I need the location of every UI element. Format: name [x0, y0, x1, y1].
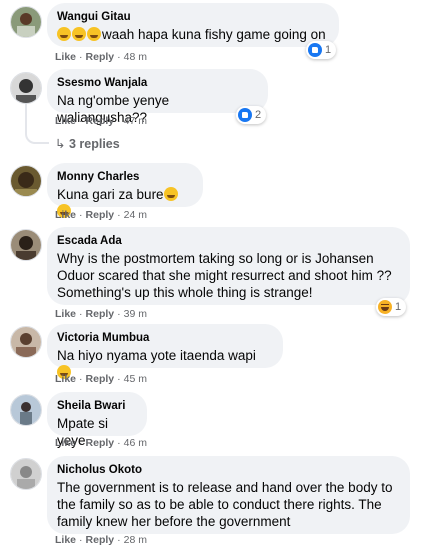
comment-text-body: Na hiyo nyama yote itaenda wapi [57, 348, 256, 363]
comment-author[interactable]: Escada Ada [57, 234, 399, 248]
thinking-face-icon [57, 27, 71, 41]
like-link[interactable]: Like [55, 115, 76, 127]
thinking-face-icon [72, 27, 86, 41]
separator: · [79, 209, 83, 221]
comment-text-line: Oduor scared that she might resurrect an… [57, 268, 392, 283]
comment-bubble: Nicholus Okoto The government is to rele… [47, 456, 410, 534]
comment-text-line: Why is the postmortem taking so long or … [57, 251, 374, 266]
avatar[interactable] [10, 72, 42, 104]
timestamp[interactable]: 24 m [124, 209, 147, 221]
avatar[interactable] [10, 6, 42, 38]
comment-bubble: Victoria Mumbua Na hiyo nyama yote itaen… [47, 324, 283, 379]
comment-author[interactable]: Monny Charles [57, 170, 192, 184]
comment-author[interactable]: Sheila Bwari [57, 399, 136, 413]
comment-bubble: Sheila Bwari Mpate si yeye [47, 392, 147, 448]
comment-actions: Like · Reply · 48 m [55, 51, 147, 63]
replies-count: 3 replies [68, 137, 120, 151]
reaction-count[interactable]: 2 [236, 106, 267, 124]
thread-connector [25, 104, 49, 144]
comment-bubble: Monny Charles Kuna gari za bure [47, 163, 203, 218]
comment-actions: Like · Reply · 47 m [55, 115, 147, 127]
reaction-count[interactable]: 1 [376, 298, 407, 316]
comment-bubble: Ssesmo Wanjala Na ng'ombe yenye waliangu… [47, 69, 268, 125]
separator: · [79, 534, 83, 546]
avatar[interactable] [10, 326, 42, 358]
rofl-face-icon [163, 187, 178, 201]
reaction-number: 2 [255, 109, 262, 121]
separator: · [117, 373, 121, 385]
separator: · [117, 308, 121, 320]
separator: · [117, 115, 121, 127]
reply-link[interactable]: Reply [86, 308, 115, 320]
comment-actions: Like · Reply · 39 m [55, 308, 147, 320]
separator: · [117, 209, 121, 221]
like-reaction-icon [308, 43, 322, 57]
comment-text-line: family knew her before the government [57, 514, 291, 529]
reply-link[interactable]: Reply [86, 437, 115, 449]
timestamp[interactable]: 47 m [124, 115, 147, 127]
separator: · [117, 437, 121, 449]
timestamp[interactable]: 28 m [124, 534, 147, 546]
reply-link[interactable]: Reply [86, 373, 115, 385]
separator: · [117, 51, 121, 63]
like-link[interactable]: Like [55, 437, 76, 449]
separator: · [79, 437, 83, 449]
comment-actions: Like · Reply · 46 m [55, 437, 147, 449]
comment-text: waah hapa kuna fishy game going on [57, 26, 328, 43]
thinking-face-icon [87, 27, 101, 41]
separator: · [79, 373, 83, 385]
view-replies-link[interactable]: ↳ 3 replies [55, 136, 120, 151]
comment-author[interactable]: Ssesmo Wanjala [57, 76, 257, 90]
reply-link[interactable]: Reply [86, 209, 115, 221]
comment-actions: Like · Reply · 24 m [55, 209, 147, 221]
reply-link[interactable]: Reply [86, 51, 115, 63]
like-link[interactable]: Like [55, 373, 76, 385]
comment-actions: Like · Reply · 45 m [55, 373, 147, 385]
like-link[interactable]: Like [55, 209, 76, 221]
reaction-number: 1 [395, 301, 402, 313]
reply-link[interactable]: Reply [86, 115, 115, 127]
comment-author[interactable]: Wangui Gitau [57, 10, 328, 24]
avatar[interactable] [10, 394, 42, 426]
comment-author[interactable]: Nicholus Okoto [57, 463, 399, 477]
comment-text-body: Kuna gari za bure [57, 187, 164, 202]
like-link[interactable]: Like [55, 51, 76, 63]
comment-text-body: waah hapa kuna fishy game going on [102, 27, 326, 42]
like-link[interactable]: Like [55, 534, 76, 546]
reaction-number: 1 [325, 44, 332, 56]
reply-arrow-icon: ↳ [55, 137, 66, 151]
reply-link[interactable]: Reply [86, 534, 115, 546]
comment-bubble: Wangui Gitau waah hapa kuna fishy game g… [47, 3, 339, 47]
comment-author[interactable]: Victoria Mumbua [57, 331, 272, 345]
separator: · [79, 308, 83, 320]
haha-reaction-icon [378, 300, 392, 314]
separator: · [117, 534, 121, 546]
comment-text-line: The government is to release and hand ov… [57, 480, 393, 495]
avatar[interactable] [10, 165, 42, 197]
timestamp[interactable]: 48 m [124, 51, 147, 63]
avatar[interactable] [10, 458, 42, 490]
comment-actions: Like · Reply · 28 m [55, 534, 147, 546]
timestamp[interactable]: 46 m [124, 437, 147, 449]
avatar[interactable] [10, 229, 42, 261]
comment-bubble: Escada Ada Why is the postmortem taking … [47, 227, 410, 305]
like-link[interactable]: Like [55, 308, 76, 320]
reaction-count[interactable]: 1 [306, 41, 337, 59]
like-reaction-icon [238, 108, 252, 122]
timestamp[interactable]: 39 m [124, 308, 147, 320]
separator: · [79, 51, 83, 63]
timestamp[interactable]: 45 m [124, 373, 147, 385]
comment-text-line: Something's up this whole thing is stran… [57, 285, 313, 300]
separator: · [79, 115, 83, 127]
comment-text-line: the family so as to be able to conduct t… [57, 497, 382, 512]
